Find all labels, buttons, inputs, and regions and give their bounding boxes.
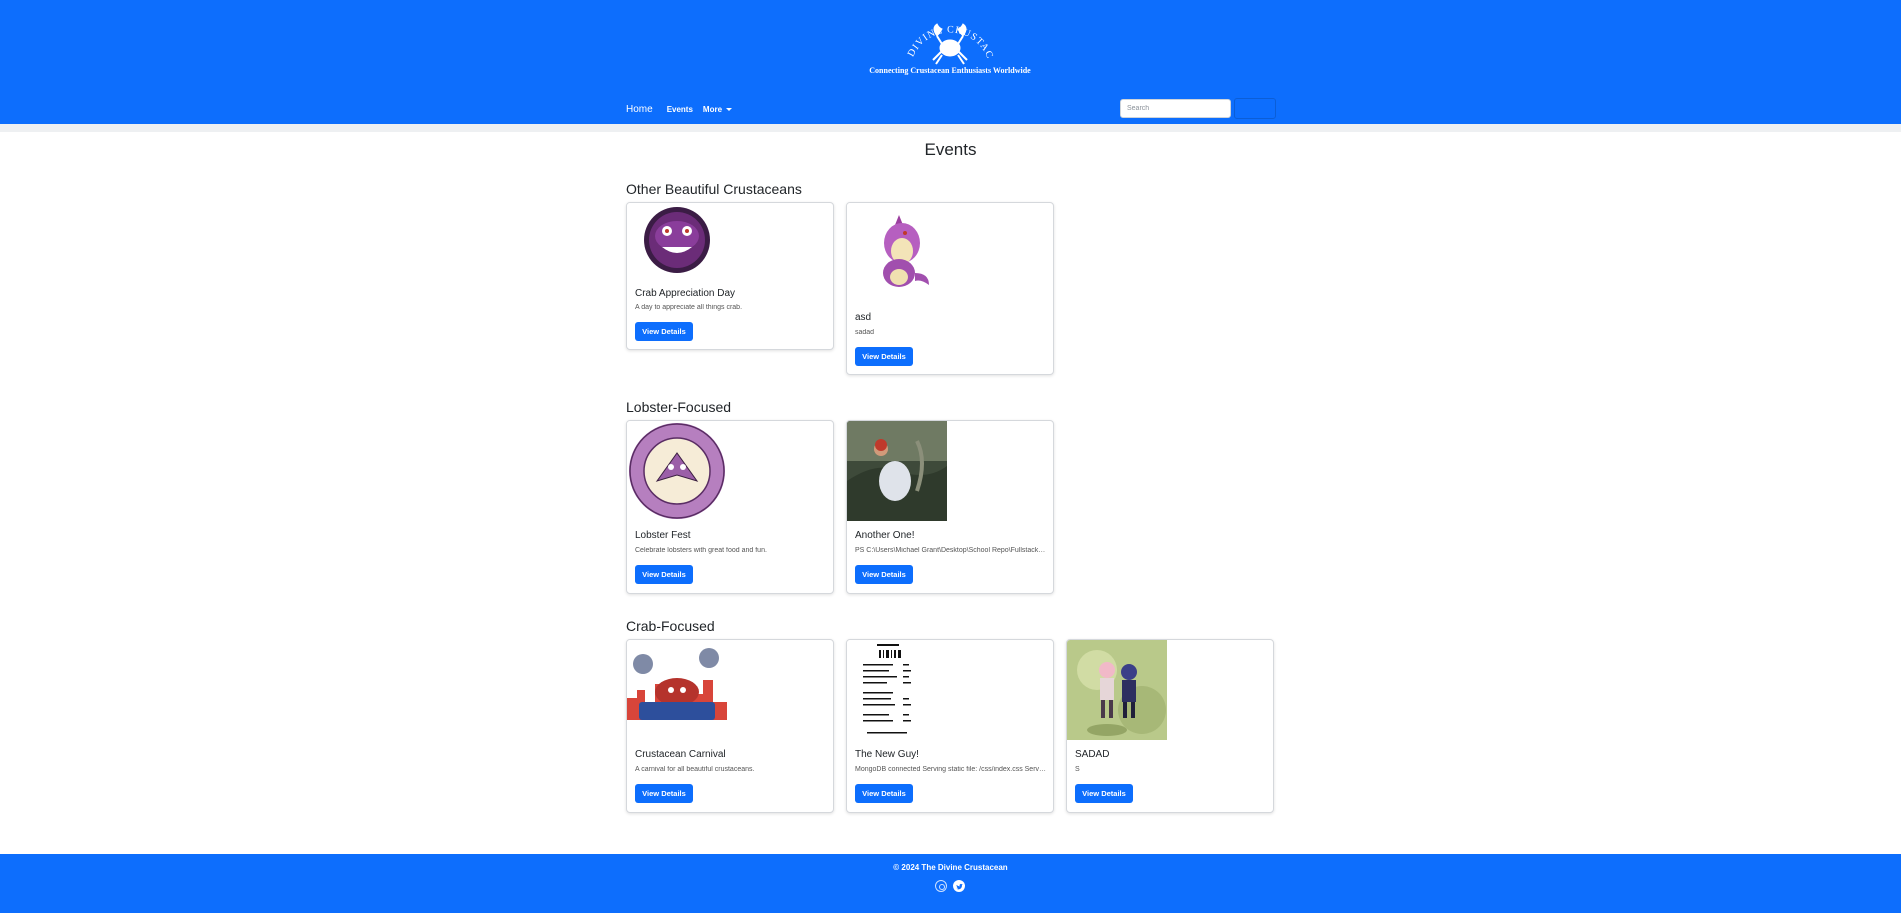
nav-events-link[interactable]: Events [667,105,693,114]
event-title: Another One! [855,530,915,541]
view-details-button[interactable]: View Details [635,322,693,341]
nav-home-link[interactable]: Home [626,104,653,115]
search-button[interactable] [1234,98,1276,119]
site-footer: © 2024 The Divine Crustacean [0,854,1901,913]
section-title: Lobster-Focused [626,399,732,415]
twitter-bird-glyph [956,883,963,890]
view-details-button[interactable]: View Details [855,347,913,366]
event-card: Crustacean Carnival A carnival for all b… [626,639,834,813]
caret-down-icon [726,107,733,111]
event-description: MongoDB connected Serving static file: /… [855,766,1047,773]
event-title: asd [855,312,872,323]
event-description: Celebrate lobsters with great food and f… [635,547,767,554]
event-card: Another One! PS C:\Users\Michael Grant\D… [846,420,1054,594]
event-image [627,640,727,740]
event-card: asd sadad View Details [846,202,1054,375]
section-title: Crab-Focused [626,618,715,634]
event-title: The New Guy! [855,749,919,760]
nav-more-dropdown[interactable]: More [702,104,733,114]
event-card: The New Guy! MongoDB connected Serving s… [846,639,1054,813]
view-details-button[interactable]: View Details [855,565,913,584]
event-card: Lobster Fest Celebrate lobsters with gre… [626,420,834,594]
view-details-button[interactable]: View Details [1075,784,1133,803]
event-title: SADAD [1075,749,1110,760]
event-title: Crab Appreciation Day [635,288,736,299]
event-description: sadad [855,329,875,336]
event-description: A day to appreciate all things crab. [635,304,743,311]
page: THE DIVINE CRUSTACEAN Connecting Crustac… [0,0,1901,913]
nav-more-label: More [702,104,723,114]
event-description: S [1075,766,1080,773]
twitter-icon[interactable] [953,880,965,892]
page-title: Events [924,140,977,159]
search-input[interactable] [1120,99,1231,118]
event-image [847,421,947,521]
view-details-button[interactable]: View Details [635,784,693,803]
event-title: Crustacean Carnival [635,749,726,760]
main-nav: Home Events More [626,98,733,120]
event-card: SADAD S View Details [1066,639,1274,813]
header-divider [0,124,1901,132]
section-title: Other Beautiful Crustaceans [626,181,802,197]
event-image [627,421,727,521]
site-header: THE DIVINE CRUSTACEAN Connecting Crustac… [0,0,1901,124]
event-description: A carnival for all beautiful crustaceans… [635,766,755,773]
instagram-icon[interactable] [935,880,947,892]
view-details-button[interactable]: View Details [635,565,693,584]
event-image [1067,640,1167,740]
event-image [847,640,947,740]
event-description: PS C:\Users\Michael Grant\Desktop\School… [855,547,1047,554]
site-tagline: Connecting Crustacean Enthusiasts Worldw… [869,66,1031,75]
view-details-button[interactable]: View Details [855,784,913,803]
event-title: Lobster Fest [635,530,691,541]
event-image [847,203,947,303]
crab-logo-icon: THE DIVINE CRUSTACEAN [890,8,994,65]
copyright-text: © 2024 The Divine Crustacean [893,863,1008,872]
event-card: Crab Appreciation Day A day to appreciat… [626,202,834,350]
